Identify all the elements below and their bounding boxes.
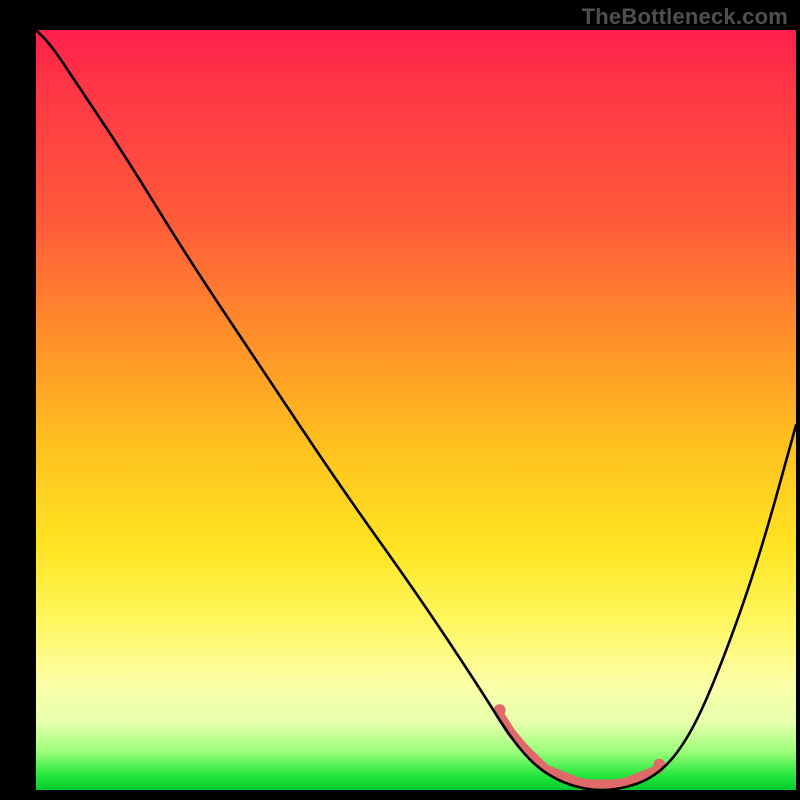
watermark-text: TheBottleneck.com <box>582 4 788 30</box>
optimal-range-marker <box>500 714 660 784</box>
chart-frame: TheBottleneck.com <box>0 0 800 800</box>
curve-overlay <box>36 30 796 790</box>
bottleneck-curve <box>36 30 796 790</box>
plot-area <box>36 30 796 790</box>
